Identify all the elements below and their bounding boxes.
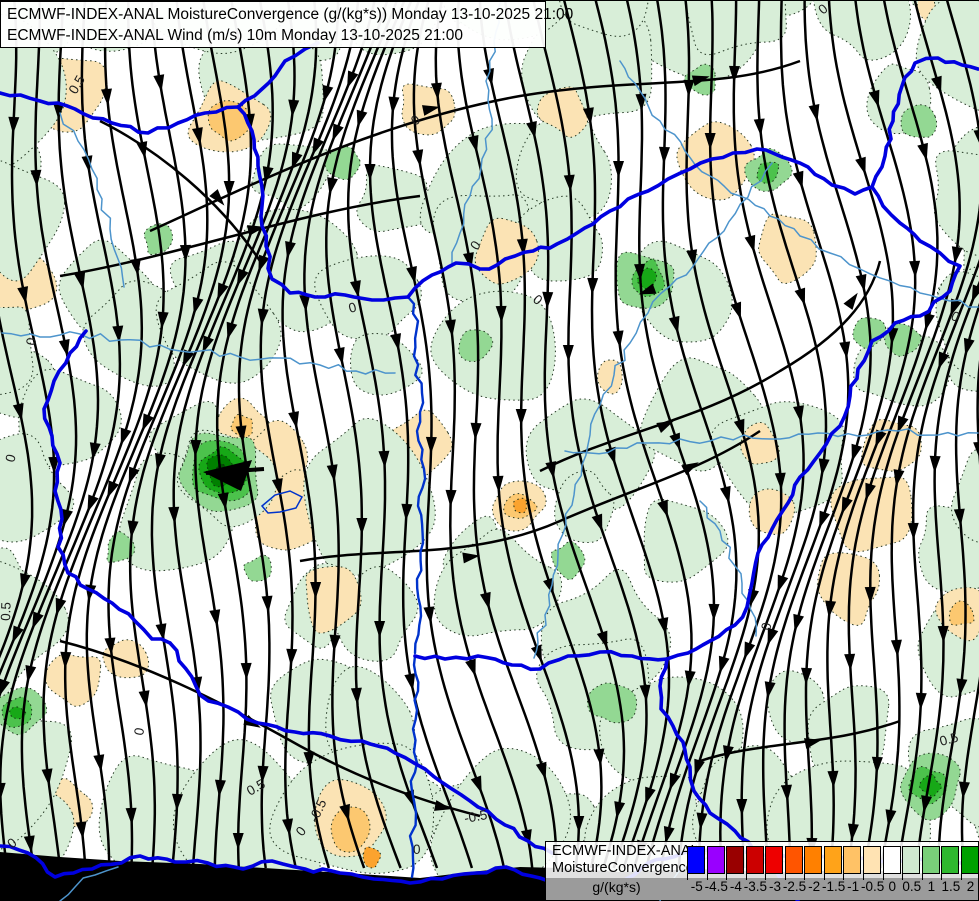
wind-arrowhead (470, 422, 482, 440)
legend-tick-label: -1 (847, 879, 860, 894)
contour-label: 0 (758, 621, 774, 631)
legend-tick-label: -3.5 (743, 879, 768, 894)
legend-colorbar: -5 -4.5 -4 -3.5 -3 -2.5 -2 -1.5 -1 -0.5 0 0.5 1 1.5 2 (546, 842, 979, 898)
legend-color-swatch (765, 846, 784, 874)
legend-tick (921, 874, 923, 880)
legend-tick-label: 0.5 (902, 879, 922, 894)
shading-blob (596, 359, 623, 395)
legend-tick-label: -3 (768, 879, 782, 894)
legend-color-swatch (726, 846, 745, 874)
wind-arrowhead (855, 156, 866, 175)
wind-arrowhead (465, 658, 476, 677)
map-title-box: ECMWF-INDEX-ANAL MoistureConvergence (g/… (0, 1, 574, 48)
wind-arrowhead (209, 189, 225, 206)
legend-tick-label: 1.5 (941, 879, 961, 894)
wind-arrowhead (808, 104, 820, 122)
legend-tick-label: 0 (888, 879, 897, 894)
legend-color-swatch (863, 846, 881, 874)
wind-arrowhead (515, 408, 527, 426)
wind-arrowhead (562, 344, 574, 362)
wind-arrowhead (587, 277, 599, 295)
wind-arrowhead (794, 287, 806, 306)
wind-arrowhead (329, 634, 341, 652)
wind-arrowhead (388, 96, 400, 114)
wind-arrowhead (286, 648, 298, 666)
shading-blob (643, 499, 729, 583)
shading-blob (350, 333, 423, 396)
legend-tick (687, 874, 688, 880)
contour-label: 0 (23, 337, 39, 347)
legend-color-swatch (823, 846, 842, 874)
title-line-moisture: ECMWF-INDEX-ANAL MoistureConvergence (g/… (7, 6, 574, 23)
weather-map-viewport: 0.5 0 0 0 0 0.5 0 0 0 0 0.5 -0.5 -0.5 0 0 0 0.5 0 0 ECMWF-… (0, 0, 979, 901)
legend-tick-label: -4.5 (704, 879, 728, 894)
legend-color-swatch (882, 846, 901, 874)
legend-color-swatch (843, 846, 862, 874)
wind-arrowhead (356, 109, 368, 128)
legend-tick-label: -5 (690, 879, 703, 894)
legend-color-swatch (706, 846, 725, 874)
wind-arrowhead (445, 489, 457, 507)
wind-arrowhead (890, 639, 902, 657)
wind-arrowhead (658, 146, 670, 164)
contour-label: 0.5 (0, 602, 14, 621)
contour-label: 0 (131, 727, 147, 737)
wind-arrowhead (730, 301, 742, 320)
wind-arrowhead (909, 260, 921, 278)
legend-color-swatch (804, 846, 823, 874)
wind-arrowhead (792, 170, 804, 189)
wind-arrowhead (929, 455, 941, 473)
shading-blob (243, 554, 272, 582)
wind-arrowhead (719, 485, 731, 504)
wind-arrowhead (708, 603, 720, 621)
wind-arrowhead (844, 653, 856, 671)
wind-arrowhead (744, 234, 756, 253)
title-line-wind: ECMWF-INDEX-ANAL Wind (m/s) 10m Monday 1… (7, 27, 463, 44)
wind-arrowhead (907, 522, 919, 540)
legend-tick-label: -4 (729, 879, 742, 894)
wind-arrowhead (333, 347, 345, 365)
legend-color-swatch (921, 846, 940, 874)
shading-blob (44, 653, 102, 707)
legend-tick-label: -0.5 (861, 879, 885, 894)
legend-tick (960, 874, 962, 880)
legend-tick-label: -1.5 (821, 879, 846, 894)
legend: ECMWF-INDEX-ANAL MoistureConvergence g/(… (545, 841, 979, 900)
legend-color-swatch (745, 846, 764, 874)
wind-arrowhead (851, 443, 863, 462)
wind-arrowhead (240, 662, 252, 680)
shading-blob (356, 165, 428, 232)
wind-arrowhead (101, 88, 112, 106)
wind-arrowhead (613, 160, 625, 178)
wind-arrowhead (753, 118, 765, 136)
legend-color-swatch (941, 846, 960, 874)
legend-color-swatch (902, 846, 921, 874)
legend-tick-label: 1 (927, 879, 936, 894)
legend-color-swatch (784, 846, 803, 874)
legend-color-swatch (687, 846, 705, 874)
wind-arrowhead (917, 142, 928, 161)
wind-arrowhead (261, 595, 273, 613)
wind-arrowhead (915, 692, 927, 710)
legend-tick-label: 2 (966, 879, 975, 894)
wind-arrowhead (843, 292, 858, 310)
wind-arrowhead (793, 613, 805, 632)
legend-tick-label: -2.5 (782, 879, 807, 894)
shading-blob (0, 160, 66, 282)
legend-color-swatch (960, 846, 979, 874)
map-canvas: 0.500000.500000.5-0.5 -0.50000.500 (0, 1, 979, 901)
contour-label: 0 (413, 842, 421, 857)
wind-arrowhead (718, 655, 730, 674)
legend-tick-label: -2 (808, 879, 821, 894)
